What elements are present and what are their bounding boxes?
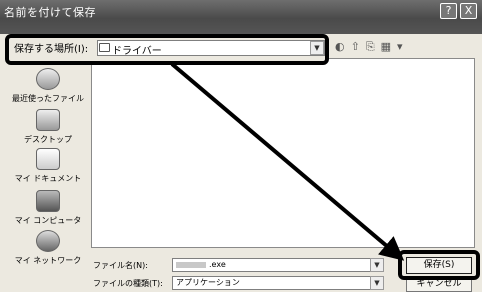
file-type-dropdown[interactable]: アプリケーション — [172, 276, 384, 290]
recent-icon — [36, 68, 60, 90]
file-name-input[interactable]: .exe — [172, 258, 384, 272]
save-in-value: ドライバー — [112, 46, 162, 57]
place-label: デスクトップ — [24, 135, 72, 144]
chevron-down-icon[interactable]: ▼ — [370, 258, 384, 272]
place-label: 最近使ったファイル — [12, 94, 84, 103]
close-button[interactable]: X — [460, 3, 477, 19]
save-button[interactable]: 保存(S) — [406, 257, 472, 274]
redacted-text — [176, 261, 206, 268]
place-label: マイ コンピュータ — [14, 216, 82, 225]
help-button[interactable]: ? — [440, 3, 457, 19]
navigation-toolbar: ◐⇧⎘▦▾ — [335, 40, 409, 54]
place-desktop[interactable]: デスクトップ — [8, 109, 88, 145]
file-type-label: ファイルの種類(T): — [93, 279, 163, 288]
file-name-value: .exe — [209, 260, 226, 269]
new-folder-icon[interactable]: ⎘ — [366, 40, 381, 53]
desktop-icon — [36, 109, 60, 131]
place-my-computer[interactable]: マイ コンピュータ — [8, 190, 88, 226]
view-menu-icon[interactable]: ▦▾ — [381, 40, 409, 53]
up-folder-icon[interactable]: ⇧ — [351, 40, 366, 53]
save-in-label: 保存する場所(I): — [14, 44, 89, 55]
back-icon[interactable]: ◐ — [335, 40, 351, 53]
file-type-value: アプリケーション — [176, 278, 240, 287]
chevron-down-icon[interactable]: ▼ — [310, 41, 324, 55]
place-label: マイ ネットワーク — [14, 256, 82, 265]
place-my-network[interactable]: マイ ネットワーク — [8, 230, 88, 266]
chevron-down-icon[interactable]: ▼ — [370, 276, 384, 290]
file-list[interactable] — [91, 58, 475, 248]
window-title: 名前を付けて保存 — [4, 6, 96, 19]
place-label: マイ ドキュメント — [14, 174, 82, 183]
folder-icon — [99, 43, 110, 52]
my-network-icon — [36, 230, 60, 252]
my-computer-icon — [36, 190, 60, 212]
my-documents-icon — [36, 148, 60, 170]
place-recent[interactable]: 最近使ったファイル — [8, 68, 88, 104]
file-name-label: ファイル名(N): — [93, 261, 148, 270]
place-my-documents[interactable]: マイ ドキュメント — [8, 148, 88, 184]
